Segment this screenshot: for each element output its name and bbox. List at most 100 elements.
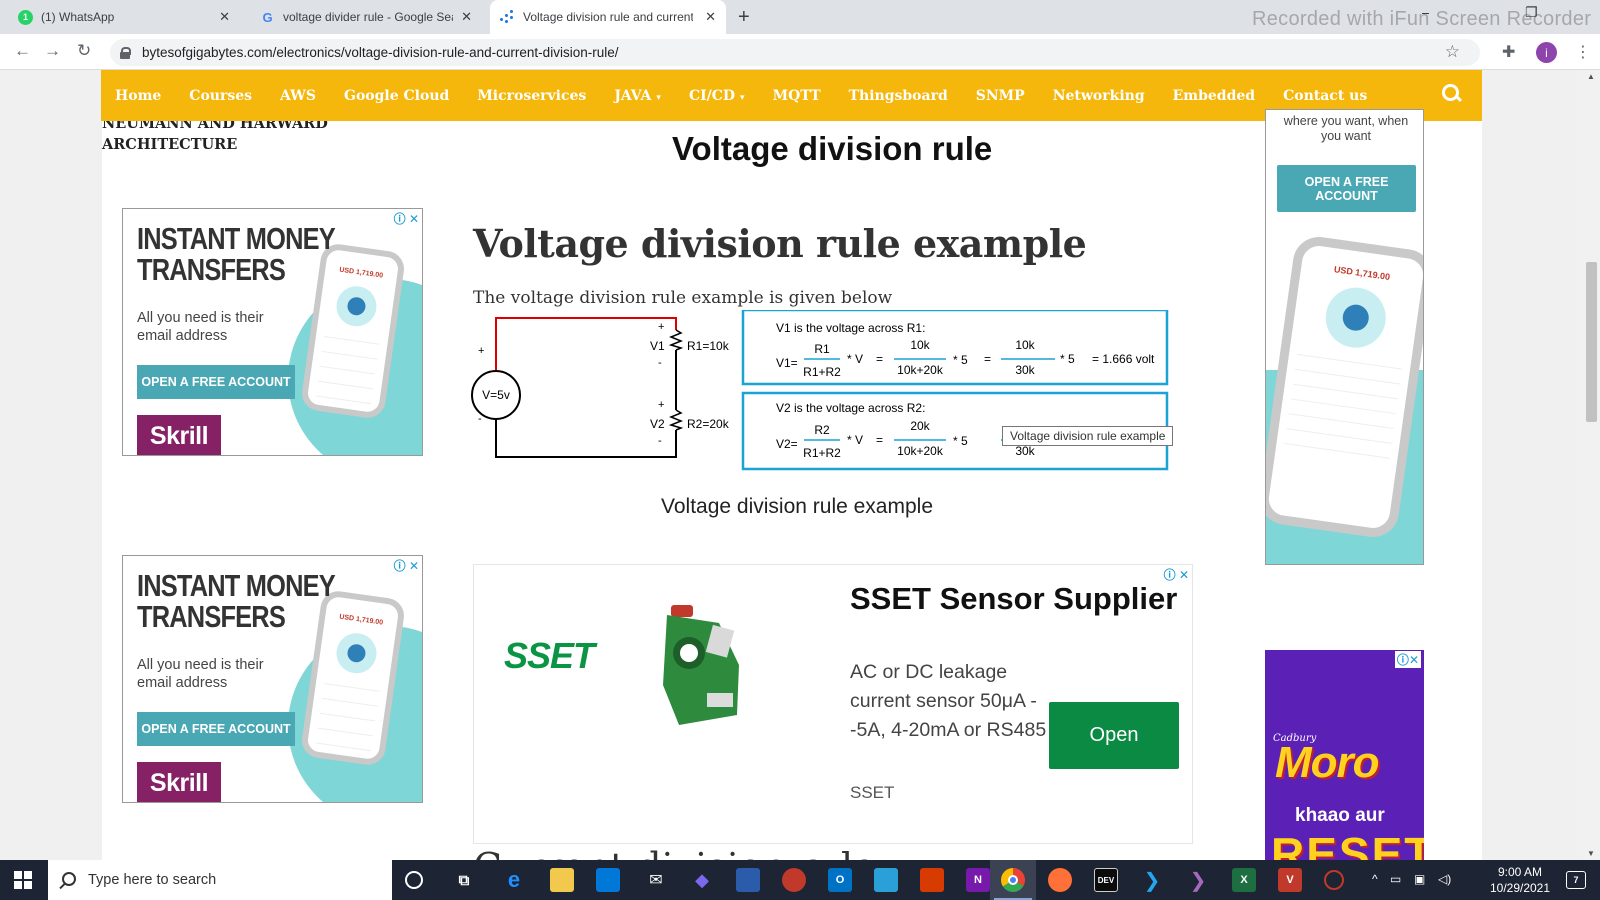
tab-google-search[interactable]: G voltage divider rule - Google Sea ✕: [250, 0, 482, 34]
mail-icon[interactable]: ✉: [644, 868, 668, 892]
ad-info-icon[interactable]: ⓘ: [1164, 568, 1176, 582]
ad-tagline: where you want, when you want: [1283, 114, 1409, 143]
app-icon[interactable]: ◆: [690, 868, 714, 892]
nav-networking[interactable]: Networking: [1053, 88, 1145, 104]
system-clock[interactable]: 9:00 AM 10/29/2021: [1480, 864, 1560, 896]
scroll-thumb[interactable]: [1586, 262, 1597, 422]
v2-plus: +: [658, 399, 664, 411]
nav-home[interactable]: Home: [115, 88, 161, 104]
nav-contact[interactable]: Contact us: [1283, 88, 1367, 104]
nav-google-cloud[interactable]: Google Cloud: [344, 88, 449, 104]
app-icon[interactable]: [874, 868, 898, 892]
browser-menu-icon[interactable]: ⋮: [1575, 42, 1591, 62]
whatsapp-icon: 1: [18, 9, 33, 25]
office-icon[interactable]: [920, 868, 944, 892]
open-account-button[interactable]: OPEN A FREE ACCOUNT: [137, 712, 295, 746]
security-icon[interactable]: [736, 868, 760, 892]
scroll-up-icon[interactable]: ▲: [1587, 72, 1595, 81]
task-view-icon[interactable]: ⧉: [452, 868, 476, 892]
nav-courses[interactable]: Courses: [189, 88, 252, 104]
ad-close-icon[interactable]: ✕: [409, 212, 419, 226]
right-skrill-ad[interactable]: where you want, when you want OPEN A FRE…: [1265, 109, 1424, 565]
ad-line: khaao aur: [1295, 805, 1385, 826]
new-tab-button[interactable]: +: [738, 6, 750, 29]
box1-lhs: V1=: [776, 356, 798, 370]
close-tab-icon[interactable]: ✕: [705, 9, 716, 25]
nav-thingsboard[interactable]: Thingsboard: [849, 88, 948, 104]
nav-embedded[interactable]: Embedded: [1173, 88, 1255, 104]
search-icon[interactable]: [1442, 84, 1462, 104]
extensions-icon[interactable]: ✚: [1502, 42, 1515, 62]
open-button[interactable]: Open: [1049, 702, 1179, 769]
clock-time: 9:00 AM: [1497, 865, 1543, 879]
source-label: V=5v: [482, 388, 510, 402]
volume-icon[interactable]: ◁): [1438, 872, 1451, 886]
resistor-r2: [668, 409, 684, 431]
cortana-icon[interactable]: [405, 871, 423, 889]
minimize-icon[interactable]: ⎯: [1422, 4, 1429, 21]
store-icon[interactable]: [596, 868, 620, 892]
onenote-icon[interactable]: N: [966, 868, 990, 892]
ad-close-icon[interactable]: ✕: [409, 559, 419, 573]
profile-avatar[interactable]: i: [1536, 42, 1557, 63]
close-tab-icon[interactable]: ✕: [219, 9, 230, 25]
screen-recorder-icon[interactable]: [782, 868, 806, 892]
open-account-button[interactable]: OPEN A FREE ACCOUNT: [1277, 165, 1416, 212]
tab-voltage-division[interactable]: Voltage division rule and current ✕: [490, 0, 726, 34]
wire-bottom: [495, 414, 677, 458]
dev-icon[interactable]: DEV: [1094, 868, 1118, 892]
moro-ad[interactable]: ⓘ✕ Cadbury Moro khaao aur RESET: [1265, 650, 1424, 860]
nav-java[interactable]: JAVA ▾: [614, 88, 661, 104]
network-icon[interactable]: ▣: [1414, 872, 1425, 886]
moro-logo: Moro: [1275, 738, 1380, 787]
box2-f3-den: 30k: [1015, 444, 1035, 458]
ad-close-icon[interactable]: ✕: [1179, 568, 1189, 582]
nav-mqtt[interactable]: MQTT: [773, 88, 821, 104]
ad-info-icon[interactable]: ⓘ: [1397, 653, 1409, 667]
notification-center-icon[interactable]: 7: [1566, 871, 1586, 889]
tray-chevron-icon[interactable]: ^: [1372, 872, 1378, 886]
file-explorer-icon[interactable]: [550, 868, 574, 892]
nav-aws[interactable]: AWS: [280, 88, 316, 104]
lock-icon[interactable]: [120, 47, 131, 59]
url-field[interactable]: bytesofgigabytes.com/electronics/voltage…: [110, 39, 1480, 66]
sset-ad[interactable]: ⓘ ✕ SSET SSET Sensor Supplier AC or DC l…: [473, 564, 1193, 844]
windows-start-icon[interactable]: [14, 871, 32, 889]
ad-subtext: All you need is their email address: [137, 657, 264, 691]
ad-info-icon[interactable]: ⓘ: [394, 559, 406, 573]
vertical-scrollbar[interactable]: ▲ ▼: [1583, 70, 1600, 860]
visual-studio-icon[interactable]: ❯: [1186, 868, 1210, 892]
reload-icon[interactable]: ↻: [77, 41, 91, 61]
forward-icon[interactable]: →: [44, 41, 61, 61]
tab-title: Voltage division rule and current: [523, 10, 693, 24]
box2-heading: V2 is the voltage across R2:: [776, 401, 925, 415]
restore-icon[interactable]: ❐: [1525, 4, 1538, 21]
box1-f3-den: 30k: [1015, 363, 1035, 377]
ad-close-icon[interactable]: ✕: [1409, 653, 1419, 667]
ad-badges: ⓘ ✕: [394, 557, 419, 574]
app-icon[interactable]: [1324, 870, 1344, 890]
nav-cicd[interactable]: CI/CD ▾: [689, 88, 745, 104]
back-icon[interactable]: ←: [14, 41, 31, 61]
open-account-button[interactable]: OPEN A FREE ACCOUNT: [137, 365, 295, 399]
ad-info-icon[interactable]: ⓘ: [394, 212, 406, 226]
box1-f3-num: 10k: [1015, 338, 1035, 352]
scroll-down-icon[interactable]: ▼: [1587, 849, 1595, 858]
outlook-icon[interactable]: O: [828, 868, 852, 892]
edge-icon[interactable]: e: [502, 867, 526, 892]
nav-microservices[interactable]: Microservices: [477, 88, 586, 104]
battery-icon[interactable]: ▭: [1390, 872, 1401, 886]
bookmark-star-icon[interactable]: ☆: [1445, 42, 1460, 62]
tab-whatsapp[interactable]: 1 (1) WhatsApp ✕: [8, 0, 240, 34]
close-tab-icon[interactable]: ✕: [461, 9, 472, 25]
nav-snmp[interactable]: SNMP: [976, 88, 1025, 104]
taskbar-search-field[interactable]: Type here to search: [48, 860, 392, 900]
skrill-ad[interactable]: USD 1,719.00 INSTANT MONEY TRANSFERS All…: [122, 555, 423, 803]
chrome-icon[interactable]: [1001, 868, 1025, 892]
clock-date: 10/29/2021: [1489, 881, 1551, 895]
app-icon[interactable]: V: [1278, 868, 1302, 892]
firefox-icon[interactable]: [1048, 868, 1072, 892]
excel-icon[interactable]: X: [1232, 868, 1256, 892]
vscode-icon[interactable]: ❯: [1140, 868, 1164, 892]
skrill-ad[interactable]: USD 1,719.00 INSTANT MONEY TRANSFERS All…: [122, 208, 423, 456]
